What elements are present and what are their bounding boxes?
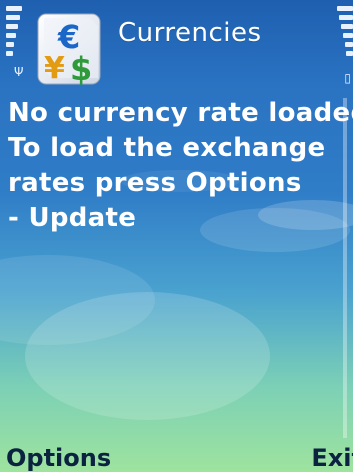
info-message: No currency rate loaded. To load the exc… (8, 96, 353, 236)
scrollbar[interactable] (343, 98, 347, 438)
battery-level-icon: ▯ (337, 6, 353, 86)
currency-exchange-icon: € ¥ $ (34, 8, 106, 88)
message-line: rates press Options (8, 168, 302, 198)
app-title: Currencies (118, 18, 262, 48)
signal-strength-icon: Ψ (6, 6, 23, 86)
exit-softkey[interactable]: Exit (311, 444, 353, 472)
svg-text:$: $ (70, 50, 92, 88)
options-softkey[interactable]: Options (6, 444, 111, 472)
background-ellipse (0, 255, 155, 345)
phone-screen: Ψ € ¥ $ Currencies ▯ No currency rate lo… (0, 0, 353, 472)
svg-text:¥: ¥ (44, 51, 65, 86)
message-line: - Update (8, 203, 137, 233)
message-line: To load the exchange (8, 133, 326, 163)
background-ellipse (25, 292, 270, 420)
title-bar: Ψ € ¥ $ Currencies ▯ (0, 0, 353, 94)
message-line: No currency rate loaded. (8, 98, 353, 128)
